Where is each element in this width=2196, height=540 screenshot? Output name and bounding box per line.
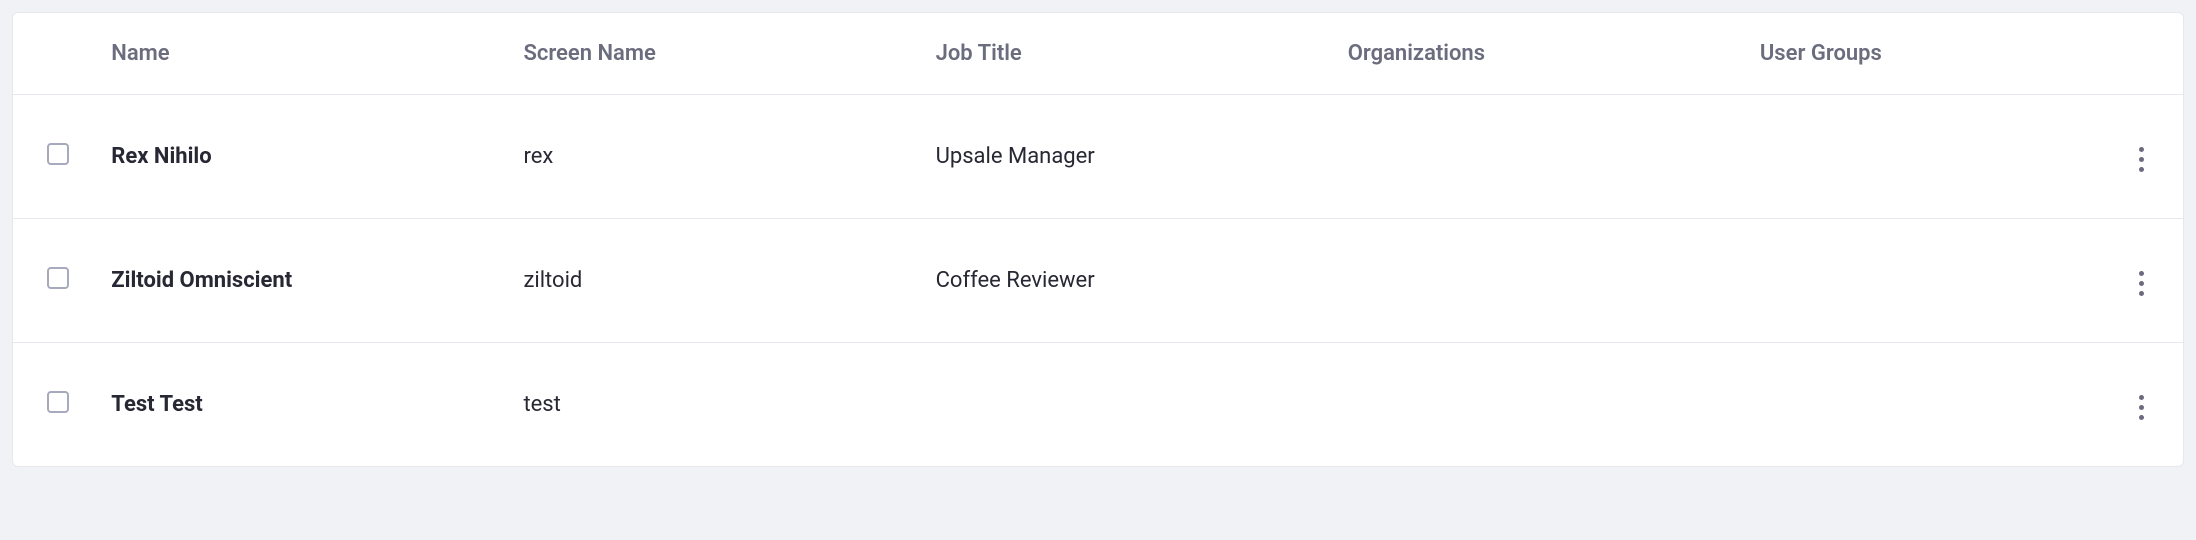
row-actions-cell — [2100, 95, 2183, 219]
header-screen-name[interactable]: Screen Name — [503, 13, 915, 95]
row-job-title: Upsale Manager — [916, 95, 1328, 219]
row-checkbox-cell — [13, 219, 91, 343]
row-name[interactable]: Ziltoid Omniscient — [91, 219, 503, 343]
users-table: Name Screen Name Job Title Organizations… — [13, 13, 2183, 466]
row-checkbox-cell — [13, 95, 91, 219]
row-screen-name: rex — [503, 95, 915, 219]
row-checkbox[interactable] — [47, 143, 69, 165]
row-job-title: Coffee Reviewer — [916, 219, 1328, 343]
users-table-container: Name Screen Name Job Title Organizations… — [12, 12, 2184, 467]
row-screen-name: ziltoid — [503, 219, 915, 343]
kebab-menu-icon[interactable] — [2131, 139, 2152, 180]
row-organizations — [1328, 343, 1740, 467]
row-checkbox[interactable] — [47, 391, 69, 413]
row-checkbox-cell — [13, 343, 91, 467]
row-checkbox[interactable] — [47, 267, 69, 289]
table-row: Test Test test — [13, 343, 2183, 467]
row-name[interactable]: Rex Nihilo — [91, 95, 503, 219]
header-actions-cell — [2100, 13, 2183, 95]
table-row: Ziltoid Omniscient ziltoid Coffee Review… — [13, 219, 2183, 343]
row-screen-name: test — [503, 343, 915, 467]
header-job-title[interactable]: Job Title — [916, 13, 1328, 95]
header-checkbox-cell — [13, 13, 91, 95]
table-header-row: Name Screen Name Job Title Organizations… — [13, 13, 2183, 95]
row-user-groups — [1740, 219, 2101, 343]
row-job-title — [916, 343, 1328, 467]
header-name[interactable]: Name — [91, 13, 503, 95]
row-organizations — [1328, 95, 1740, 219]
kebab-menu-icon[interactable] — [2131, 263, 2152, 304]
header-organizations[interactable]: Organizations — [1328, 13, 1740, 95]
row-organizations — [1328, 219, 1740, 343]
row-user-groups — [1740, 343, 2101, 467]
header-user-groups[interactable]: User Groups — [1740, 13, 2101, 95]
kebab-menu-icon[interactable] — [2131, 387, 2152, 428]
row-name[interactable]: Test Test — [91, 343, 503, 467]
row-user-groups — [1740, 95, 2101, 219]
row-actions-cell — [2100, 343, 2183, 467]
table-row: Rex Nihilo rex Upsale Manager — [13, 95, 2183, 219]
row-actions-cell — [2100, 219, 2183, 343]
